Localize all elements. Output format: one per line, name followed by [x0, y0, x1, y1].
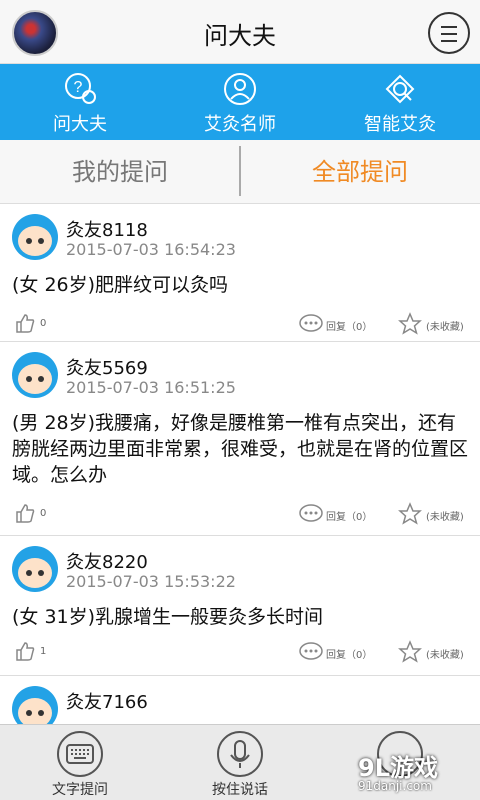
tab-smart-moxibustion[interactable]: 智能艾灸: [320, 64, 480, 140]
svg-text:?: ?: [74, 79, 83, 96]
avatar-face: [18, 698, 52, 724]
person-icon: [224, 73, 256, 105]
avatar-eye: [26, 376, 32, 382]
watermark-url: 91danji.com: [358, 779, 432, 793]
thumbs-up-icon[interactable]: [14, 312, 36, 334]
avatar: [12, 214, 58, 260]
question-list[interactable]: 灸友8118 2015-07-03 16:54:23 (女 26岁)肥胖纹可以灸…: [0, 204, 480, 724]
reply-count: 回复（0）: [326, 512, 373, 523]
like-count: 0: [40, 318, 47, 329]
star-icon[interactable]: [398, 502, 422, 526]
timestamp: 2015-07-03 16:51:25: [66, 378, 236, 397]
avatar-eye: [26, 570, 32, 576]
text-question-label: 文字提问: [52, 782, 108, 798]
question-text: (男 28岁)我腰痛，好像是腰椎第一椎有点突出，还有膀胱经两边里面非常累，很难受…: [12, 412, 469, 486]
favorite-status: (未收藏): [426, 322, 464, 333]
avatar-eye: [38, 376, 44, 382]
hamburger-icon: [441, 33, 457, 35]
tab-my-questions[interactable]: 我的提问: [0, 140, 240, 203]
avatar-eye: [26, 710, 32, 716]
keyboard-icon: [57, 731, 103, 777]
avatar-eye: [38, 570, 44, 576]
thumbs-up-icon[interactable]: [14, 502, 36, 524]
tab-masters[interactable]: 艾灸名师: [160, 64, 320, 140]
menu-button[interactable]: [428, 12, 470, 54]
action-bar: 0 回复（0） (未收藏): [0, 312, 480, 336]
like-count: 1: [40, 646, 47, 657]
comment-icon[interactable]: [298, 504, 324, 524]
comment-icon[interactable]: [298, 314, 324, 334]
avatar-eye: [38, 710, 44, 716]
action-bar: 1 回复（0） (未收藏): [0, 640, 480, 664]
avatar-face: [18, 558, 52, 588]
hamburger-icon: [441, 26, 457, 28]
tab-label: 问大夫: [53, 114, 107, 135]
voice-question-label: 按住说话: [212, 782, 268, 798]
tab-label: 艾灸名师: [204, 114, 276, 135]
avatar: [12, 352, 58, 398]
question-text: (女 26岁)肥胖纹可以灸吗: [12, 274, 229, 296]
text-question-button[interactable]: 文字提问: [30, 725, 130, 800]
user-name: 灸友5569: [66, 358, 148, 379]
comment-icon[interactable]: [298, 642, 324, 662]
action-bar: 0 回复（0） (未收藏): [0, 502, 480, 526]
chat-bubble-icon: ?: [65, 73, 96, 104]
favorite-status: (未收藏): [426, 512, 464, 523]
avatar: [12, 546, 58, 592]
tab-all-questions[interactable]: 全部提问: [240, 140, 480, 203]
avatar: [12, 686, 58, 724]
user-name: 灸友8118: [66, 220, 148, 241]
tab-label: 智能艾灸: [364, 114, 436, 135]
timestamp: 2015-07-03 16:54:23: [66, 240, 236, 259]
avatar-face: [18, 226, 52, 256]
list-item[interactable]: 灸友8220 2015-07-03 15:53:22 (女 31岁)乳腺增生一般…: [0, 536, 480, 676]
reply-count: 回复（0）: [326, 322, 373, 333]
page-title: 问大夫: [204, 22, 276, 50]
watermark: 9L游戏 91danji.com: [358, 748, 468, 794]
user-name: 灸友8220: [66, 552, 148, 573]
avatar-eye: [38, 238, 44, 244]
app-header: 问大夫: [0, 0, 480, 64]
divider: [239, 146, 241, 196]
list-item[interactable]: 灸友7166: [0, 676, 480, 724]
tab-ask-doctor[interactable]: ? 问大夫: [0, 64, 160, 140]
voice-question-button[interactable]: 按住说话: [190, 725, 290, 800]
list-item[interactable]: 灸友5569 2015-07-03 16:51:25 (男 28岁)我腰痛，好像…: [0, 342, 480, 536]
star-icon[interactable]: [398, 640, 422, 664]
avatar-eye: [26, 238, 32, 244]
user-name: 灸友7166: [66, 692, 148, 713]
like-count: 0: [40, 508, 47, 519]
hamburger-icon: [441, 40, 457, 42]
microphone-icon: [217, 731, 263, 777]
list-item[interactable]: 灸友8118 2015-07-03 16:54:23 (女 26岁)肥胖纹可以灸…: [0, 204, 480, 342]
search-tag-icon: [385, 74, 415, 104]
question-text: (女 31岁)乳腺增生一般要灸多长时间: [12, 606, 324, 628]
reply-count: 回复（0）: [326, 650, 373, 661]
watermark-logo: 9L游戏: [358, 754, 438, 782]
favorite-status: (未收藏): [426, 650, 464, 661]
star-icon[interactable]: [398, 312, 422, 336]
avatar-face: [18, 364, 52, 394]
main-tab-bar: ? 问大夫 艾灸名师 智能艾灸: [0, 64, 480, 140]
thumbs-up-icon[interactable]: [14, 640, 36, 662]
timestamp: 2015-07-03 15:53:22: [66, 572, 236, 591]
